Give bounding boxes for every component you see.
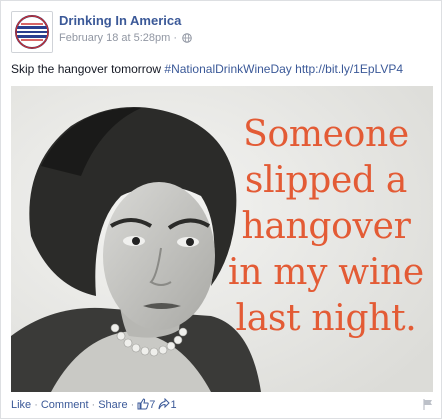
shares-count[interactable]: 1: [170, 399, 176, 411]
share-button[interactable]: Share: [98, 399, 127, 411]
photo-caption: Someone slipped a hangover in my wine la…: [221, 112, 431, 342]
page-avatar[interactable]: [11, 11, 53, 53]
post-meta: February 18 at 5:28pm ·: [59, 32, 192, 44]
caption-line: slipped a: [244, 160, 408, 201]
post-timestamp[interactable]: February 18 at 5:28pm: [59, 32, 170, 44]
action-separator: ·: [91, 399, 96, 411]
hashtag-link[interactable]: #NationalDrinkWineDay: [164, 62, 291, 76]
caption-line: in my wine: [228, 252, 424, 293]
flag-icon[interactable]: [423, 399, 433, 410]
action-separator: ·: [130, 399, 135, 411]
thumbs-up-icon[interactable]: [137, 398, 149, 410]
post-card: Drinking In America February 18 at 5:28p…: [0, 0, 442, 419]
globe-icon[interactable]: [182, 33, 192, 43]
like-button[interactable]: Like: [11, 399, 31, 411]
post-actions: Like · Comment · Share · 7 1: [11, 398, 177, 414]
post-photo[interactable]: Someone slipped a hangover in my wine la…: [11, 86, 433, 392]
caption-line: last night.: [235, 298, 417, 339]
caption-line: Someone: [243, 114, 409, 155]
meta-separator: ·: [173, 32, 178, 45]
post-header: Drinking In America February 18 at 5:28p…: [11, 11, 431, 53]
action-separator: ·: [34, 399, 38, 411]
drinking-in-america-logo-icon: [12, 12, 52, 52]
status-body: Skip the hangover tomorrow: [11, 62, 162, 76]
likes-count[interactable]: 7: [149, 399, 155, 411]
shortlink[interactable]: http://bit.ly/1EpLVP4: [295, 62, 403, 76]
share-arrow-icon[interactable]: [158, 398, 171, 410]
post-status-text: Skip the hangover tomorrow #NationalDrin…: [11, 61, 435, 77]
caption-line: hangover: [241, 206, 411, 247]
comment-button[interactable]: Comment: [41, 399, 89, 411]
page-name-link[interactable]: Drinking In America: [59, 13, 181, 28]
